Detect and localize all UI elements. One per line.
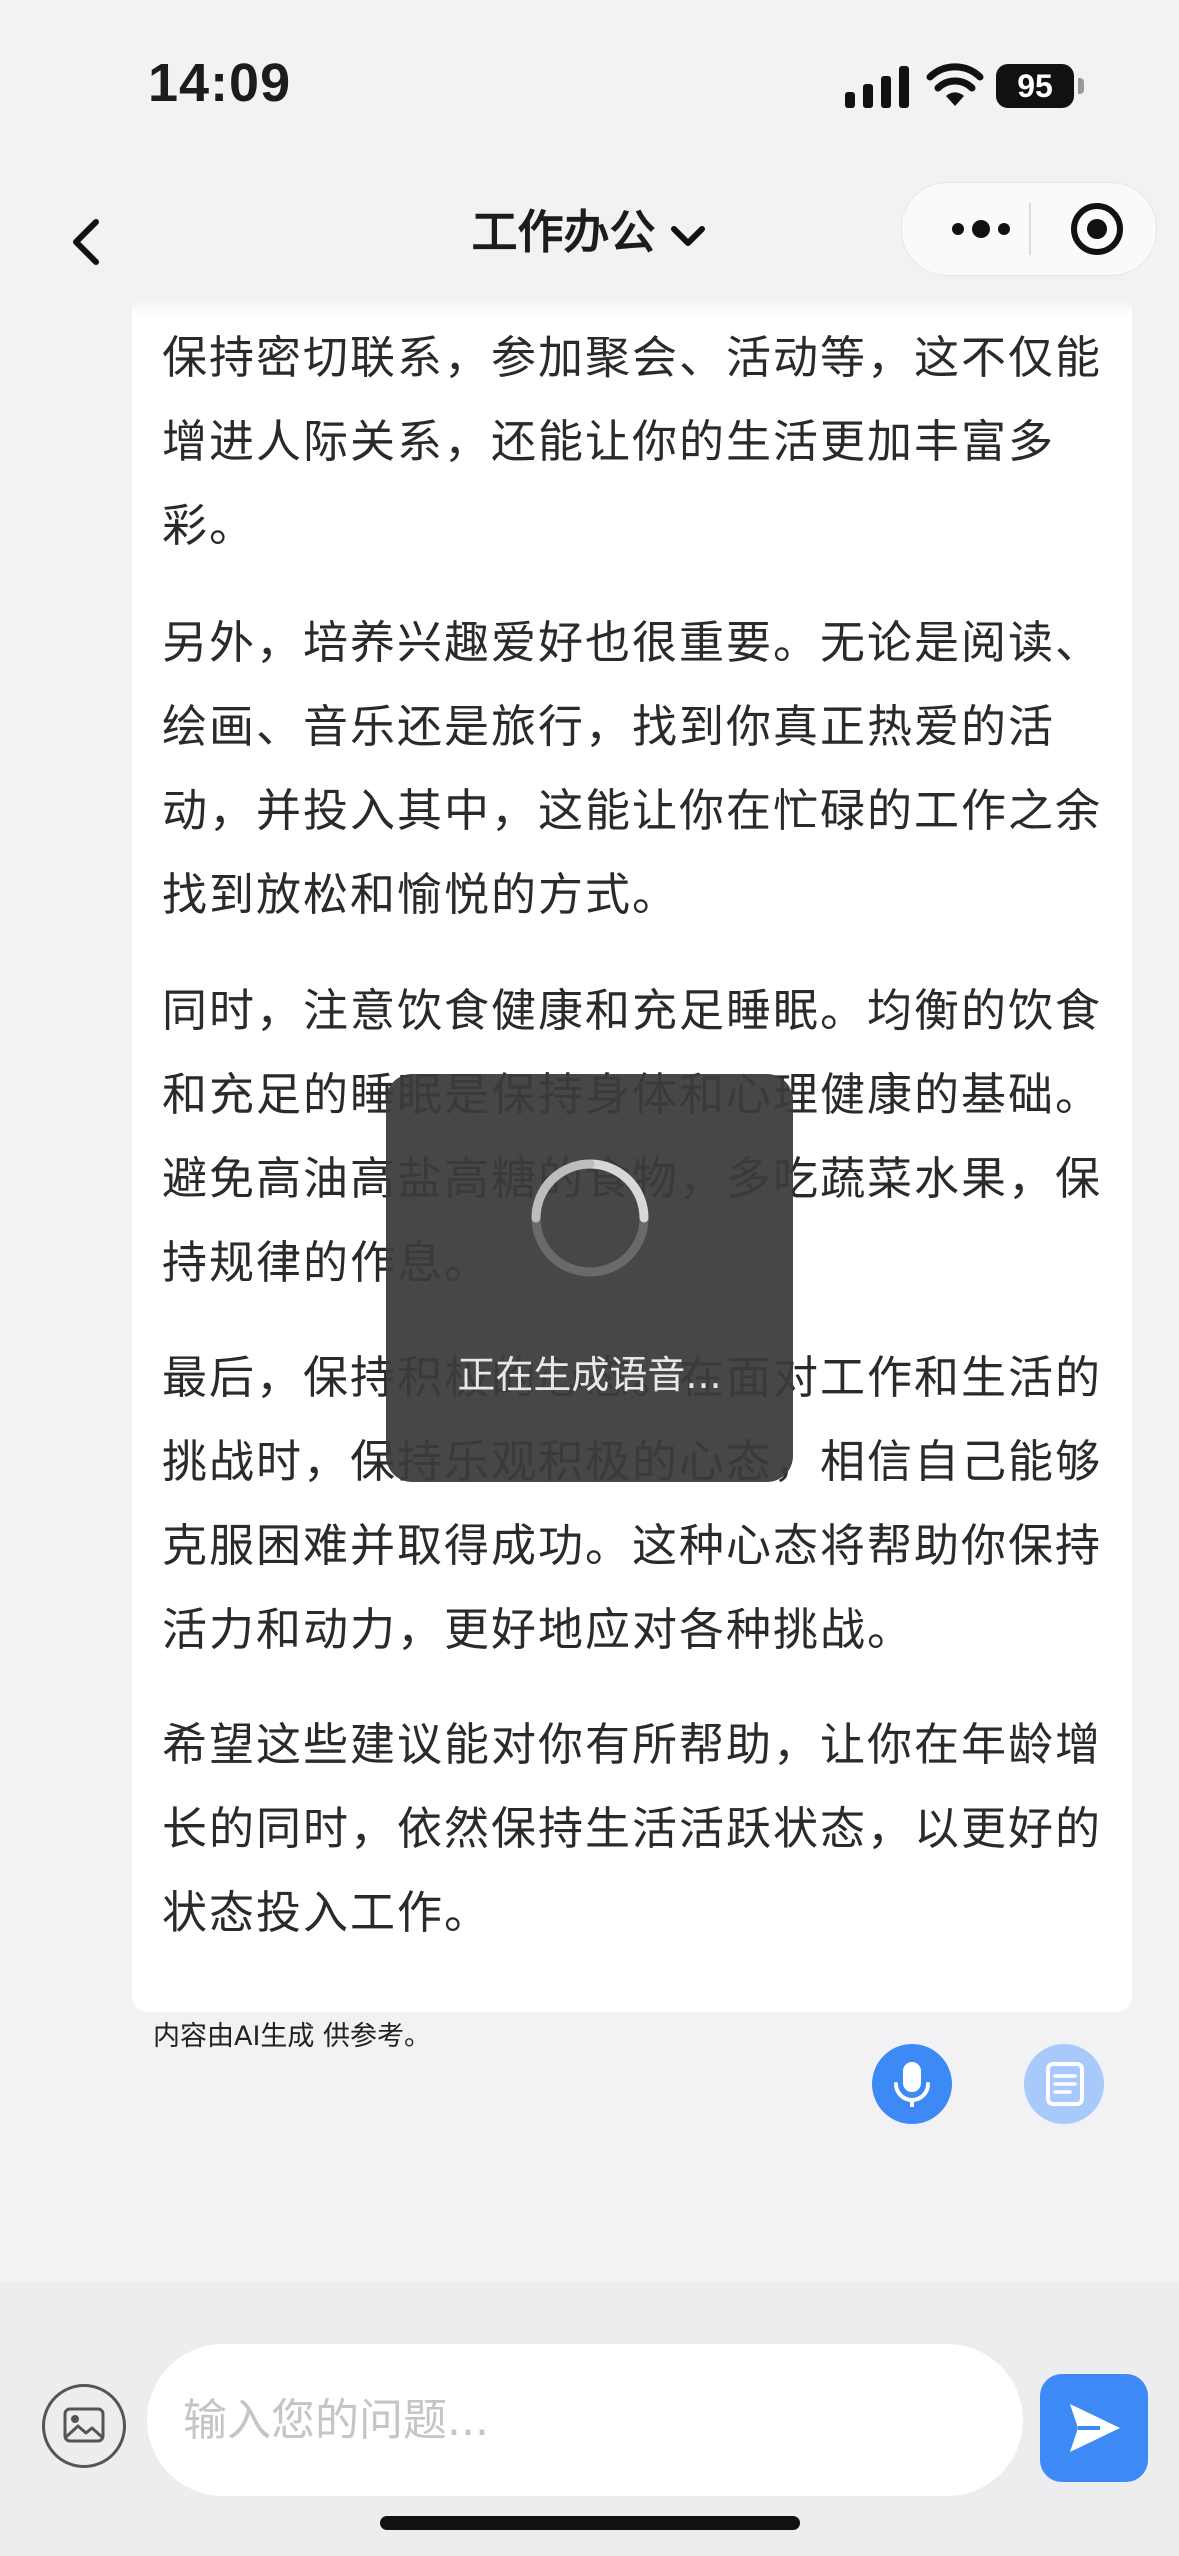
ai-disclaimer: 内容由AI生成 供参考。 — [153, 2021, 432, 2052]
article-paragraph: 另外，培养兴趣爱好也很重要。无论是阅读、绘画、音乐还是旅行，找到你真正热爱的活动… — [162, 616, 1103, 921]
cellular-signal-icon — [845, 66, 909, 108]
loading-toast: 正在生成语音... — [386, 1074, 793, 1482]
mini-program-capsule — [901, 182, 1157, 276]
voice-button[interactable] — [872, 2044, 952, 2124]
target-close-icon[interactable] — [1062, 183, 1132, 275]
send-button[interactable] — [1040, 2374, 1148, 2482]
question-input[interactable] — [147, 2344, 1023, 2496]
battery-tip — [1078, 78, 1084, 94]
home-indicator — [380, 2516, 800, 2530]
send-icon — [1070, 2404, 1120, 2452]
nav-bar: 工作办公 — [0, 170, 1179, 310]
image-upload-button[interactable] — [42, 2384, 126, 2468]
article-paragraph: 希望这些建议能对你有所帮助，让你在年龄增长的同时，依然保持生活活跃状态，以更好的… — [162, 1718, 1103, 1939]
status-time: 14:09 — [148, 53, 292, 113]
microphone-icon — [894, 2062, 930, 2107]
image-icon — [63, 2407, 105, 2443]
page-title: 工作办公 — [471, 205, 656, 259]
document-icon — [1046, 2062, 1084, 2106]
status-bar: 14:09 95 — [0, 0, 1179, 170]
wifi-icon — [926, 63, 984, 106]
capsule-divider — [1029, 203, 1031, 255]
article-paragraph: 保持密切联系，参加聚会、活动等，这不仅能增进人际关系，还能让你的生活更加丰富多彩… — [162, 331, 1103, 552]
loading-spinner-icon — [531, 1159, 649, 1277]
chevron-down-icon — [670, 225, 705, 246]
scroll-fade — [0, 300, 1179, 316]
battery-icon: 95 — [996, 64, 1074, 108]
more-dots-icon[interactable] — [936, 183, 1026, 275]
document-button[interactable] — [1024, 2044, 1104, 2124]
loading-text: 正在生成语音... — [457, 1353, 722, 1397]
